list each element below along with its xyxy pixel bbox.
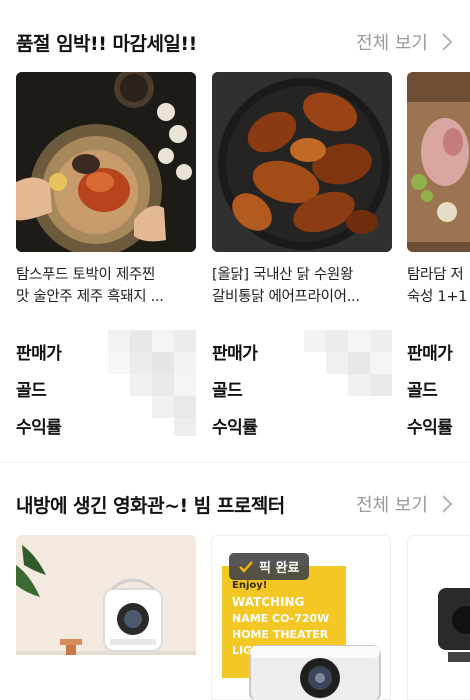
blurred-values xyxy=(304,330,392,438)
product-image[interactable] xyxy=(407,535,470,700)
product-name[interactable]: 탐스푸드 토박이 제주찐 맛 술안주 제주 흑돼지 ... xyxy=(16,264,198,308)
poster-text: Enjoy! xyxy=(232,580,267,591)
product-card[interactable]: Enjoy! WATCHING NAME CO-720W HOME THEATE… xyxy=(211,535,393,700)
section-beam-projector: 내방에 생긴 영화관~! 빔 프로젝터 전체 보기 Enjoy! WATCHIN… xyxy=(0,462,470,700)
poster-text: WATCHING xyxy=(232,595,304,609)
product-image[interactable] xyxy=(16,535,196,700)
product-card[interactable]: [올닭] 국내산 닭 수원왕 갈비통닭 에어프라이어... 판매가 골드 수익률 xyxy=(212,72,394,442)
product-name-line: 맛 술안주 제주 흑돼지 ... xyxy=(16,289,164,305)
gold-label: 골드 xyxy=(212,381,243,401)
see-all-label: 전체 보기 xyxy=(356,495,428,516)
section-closing-sale: 품절 임박!! 마감세일!! 전체 보기 탐스푸드 토박이 제주찐 맛 술안주 … xyxy=(0,0,470,462)
yield-label: 수익률 xyxy=(212,418,258,438)
gold-label: 골드 xyxy=(407,381,438,401)
check-icon xyxy=(239,560,253,573)
see-all-link[interactable]: 전체 보기 xyxy=(356,491,470,517)
product-image[interactable] xyxy=(16,72,196,252)
section-title: 품절 임박!! 마감세일!! xyxy=(16,32,197,55)
poster-text: NAME CO-720W xyxy=(232,612,329,625)
product-image[interactable] xyxy=(212,72,392,252)
chevron-right-icon xyxy=(442,495,453,513)
gold-label: 골드 xyxy=(16,381,47,401)
pick-complete-badge: 픽 완료 xyxy=(229,553,310,580)
product-name[interactable]: 탐라담 저 숙성 1+1 xyxy=(407,264,470,308)
section-title: 내방에 생긴 영화관~! 빔 프로젝터 xyxy=(16,494,285,517)
product-image[interactable] xyxy=(407,72,470,252)
price-label: 판매가 xyxy=(16,344,62,364)
price-label: 판매가 xyxy=(212,344,258,364)
product-name-line: 탐라담 저 xyxy=(407,267,464,283)
section-header: 품절 임박!! 마감세일!! 전체 보기 xyxy=(16,25,470,59)
product-card[interactable]: 탐라담 저 숙성 1+1 판매가 골드 수익률 xyxy=(407,72,470,442)
product-name-line: 탐스푸드 토박이 제주찐 xyxy=(16,267,156,283)
poster-text: HOME THEATER xyxy=(232,628,329,641)
product-name-line: 갈비통닭 에어프라이어... xyxy=(212,289,360,305)
section-header: 내방에 생긴 영화관~! 빔 프로젝터 전체 보기 xyxy=(16,487,470,521)
blurred-values xyxy=(108,330,196,438)
pick-complete-label: 픽 완료 xyxy=(259,561,300,576)
product-card[interactable] xyxy=(16,535,198,700)
product-card[interactable] xyxy=(407,535,470,700)
product-name-line: [올닭] 국내산 닭 수원왕 xyxy=(212,267,354,283)
yield-label: 수익률 xyxy=(16,418,62,438)
see-all-link[interactable]: 전체 보기 xyxy=(356,29,470,55)
chevron-right-icon xyxy=(442,33,453,51)
price-label: 판매가 xyxy=(407,344,453,364)
product-name[interactable]: [올닭] 국내산 닭 수원왕 갈비통닭 에어프라이어... xyxy=(212,264,394,308)
see-all-label: 전체 보기 xyxy=(356,33,428,54)
yield-label: 수익률 xyxy=(407,418,453,438)
product-name-line: 숙성 1+1 xyxy=(407,289,468,305)
product-card[interactable]: 탐스푸드 토박이 제주찐 맛 술안주 제주 흑돼지 ... 판매가 골드 수익률 xyxy=(16,72,198,442)
